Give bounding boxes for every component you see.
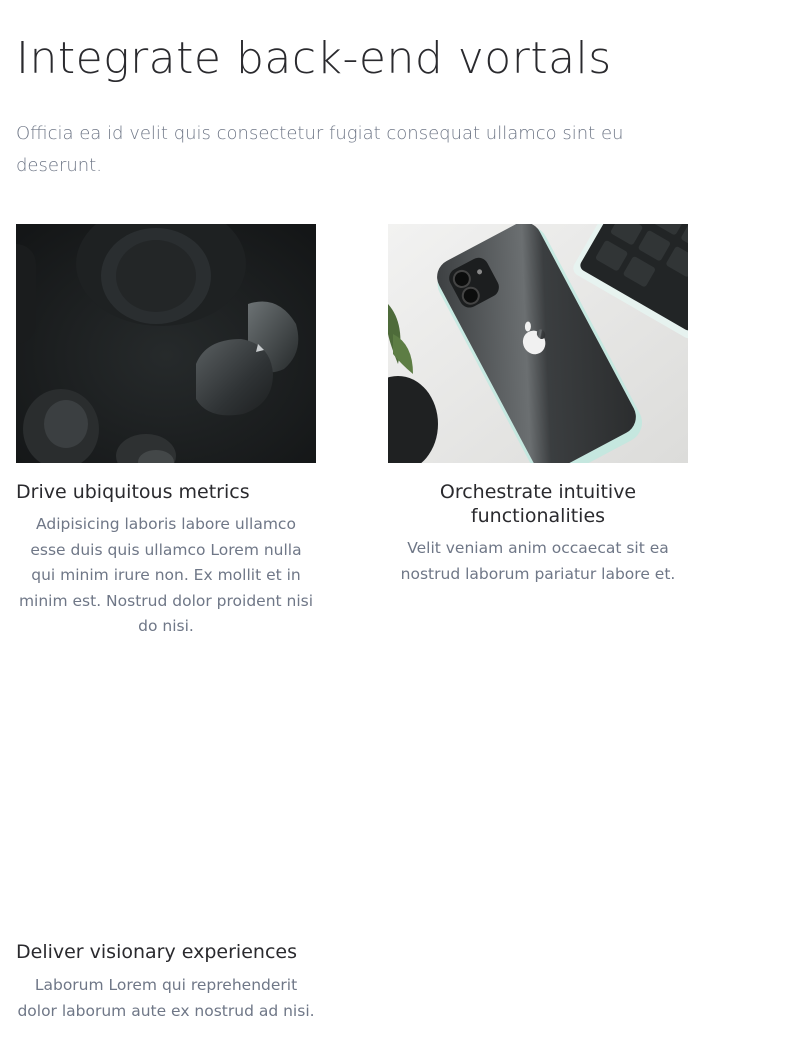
- card-description: Velit veniam anim occaecat sit ea nostru…: [400, 539, 676, 583]
- card-description: Laborum Lorem qui reprehenderit dolor la…: [17, 976, 315, 1020]
- card-image-earbuds: [16, 224, 316, 463]
- card-title: Orchestrate intuitive functionalities: [439, 481, 637, 527]
- feature-card: Orchestrate intuitive functionalities Ve…: [388, 224, 688, 587]
- feature-card: Drive ubiquitous metrics Adipisicing lab…: [16, 224, 316, 640]
- card-title: Deliver visionary experiences: [16, 941, 297, 963]
- feature-card: Deliver visionary experiences Laborum Lo…: [16, 940, 316, 1024]
- page-subtitle: Officia ea id velit quis consectetur fug…: [16, 123, 624, 176]
- card-description: Adipisicing laboris labore ullamco esse …: [18, 515, 314, 635]
- card-image-phone: [388, 224, 688, 463]
- card-title: Drive ubiquitous metrics: [16, 481, 250, 503]
- page-title: Integrate back-end vortals: [16, 33, 612, 84]
